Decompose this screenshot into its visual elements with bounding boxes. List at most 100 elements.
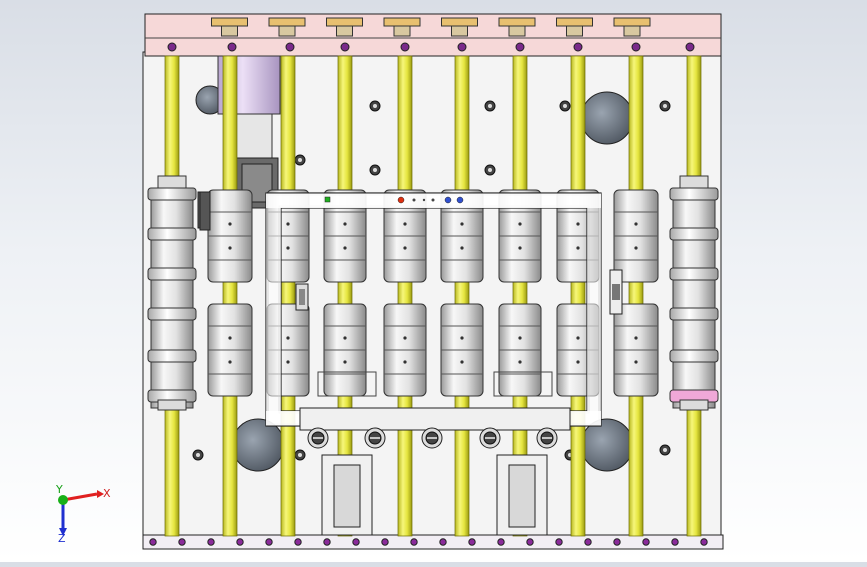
top-bolt [573,42,583,52]
bottom-bolt [236,538,244,546]
top-fitting [613,17,651,27]
triad-z-label: Z [58,532,66,545]
bottom-bolt [497,538,505,546]
cylinder-port [228,336,232,340]
column-ring [147,187,197,201]
cylinder-port [576,360,580,364]
screw-hole-center [298,158,302,162]
cylinder-port [634,360,638,364]
top-bolt [515,42,525,52]
top-fitting-stem [508,25,526,37]
top-bolt [400,42,410,52]
top-bolt [340,42,350,52]
column-ring [147,267,197,281]
screw-hole-center [663,448,667,452]
top-fitting [556,17,593,27]
top-fitting [268,17,306,27]
top-bolt [685,42,695,52]
cylinder-port [403,222,407,226]
guide-rod [397,55,413,537]
cylinder-port [403,246,407,250]
guide-rod [222,55,238,537]
column-ring [669,227,719,241]
top-fitting [211,17,248,27]
top-fitting-stem [451,25,468,37]
top-bolt [457,42,467,52]
cylinder-port [576,246,580,250]
cylinder-port [343,222,347,226]
cylinder-port [576,336,580,340]
cylinder-port [518,360,522,364]
screw-hole-center [563,104,567,108]
top-fitting-stem [336,25,353,37]
cylinder-port [228,360,232,364]
top-fitting-stem [278,25,296,37]
top-bolt [285,42,295,52]
bottom-bolt [265,538,273,546]
cylinder-port [460,336,464,340]
top-fitting-stem [393,25,411,37]
cylinder-port [286,246,290,250]
plate-hole [580,418,634,472]
guide-rod [280,55,296,537]
cylinder-port [343,360,347,364]
bottom-bolt [671,538,679,546]
top-fitting [383,17,421,27]
bottom-bolt [700,538,708,546]
bottom-bolt [468,538,476,546]
top-fitting [326,17,363,27]
column-ring [669,349,719,363]
right-connector-block [609,269,623,315]
cylinder-port [634,336,638,340]
column-cap [679,175,709,189]
cylinder-port [343,246,347,250]
cylinder-port [228,222,232,226]
cylinder-port [460,222,464,226]
top-fitting [498,17,536,27]
bottom-bolt [584,538,592,546]
bottom-bolt [381,538,389,546]
top-fitting-stem [623,25,641,37]
bottom-bolt [352,538,360,546]
cylinder-port [460,246,464,250]
cylinder-port [286,336,290,340]
top-fitting-stem [566,25,583,37]
screw-hole-center [196,453,200,457]
bottom-bolt [178,538,186,546]
screw-hole-center [488,104,492,108]
orientation-triad: X Y Z [55,483,111,545]
bottom-bolt [323,538,331,546]
column-base [679,399,709,411]
column-ring [669,187,719,201]
bottom-bolt [410,538,418,546]
mechanical-assembly-drawing[interactable]: X Y Z [0,0,867,562]
column-cap [157,175,187,189]
bottom-bolt [207,538,215,546]
bottom-bolt [526,538,534,546]
cylinder-port [576,222,580,226]
bottom-bolt [642,538,650,546]
cad-viewport[interactable]: X Y Z [0,0,867,562]
guide-rod [628,55,644,537]
top-bolt [227,42,237,52]
cylinder-port [460,360,464,364]
column-ring [669,307,719,321]
cylinder-port [403,360,407,364]
column-ring [147,227,197,241]
bottom-bolt [294,538,302,546]
cylinder-port [403,336,407,340]
triad-y-label: Y [55,483,63,496]
triad-x-label: X [103,487,111,500]
cylinder-port [518,336,522,340]
screw-hole-center [488,168,492,172]
column-ring [669,267,719,281]
column-ring [147,307,197,321]
plate-hole [231,418,285,472]
cylinder-port [286,360,290,364]
cylinder-port [286,222,290,226]
guide-rod [570,55,586,537]
cylinder-port [228,246,232,250]
screw-hole-center [373,104,377,108]
cylinder-port [343,336,347,340]
screw-hole-center [298,453,302,457]
